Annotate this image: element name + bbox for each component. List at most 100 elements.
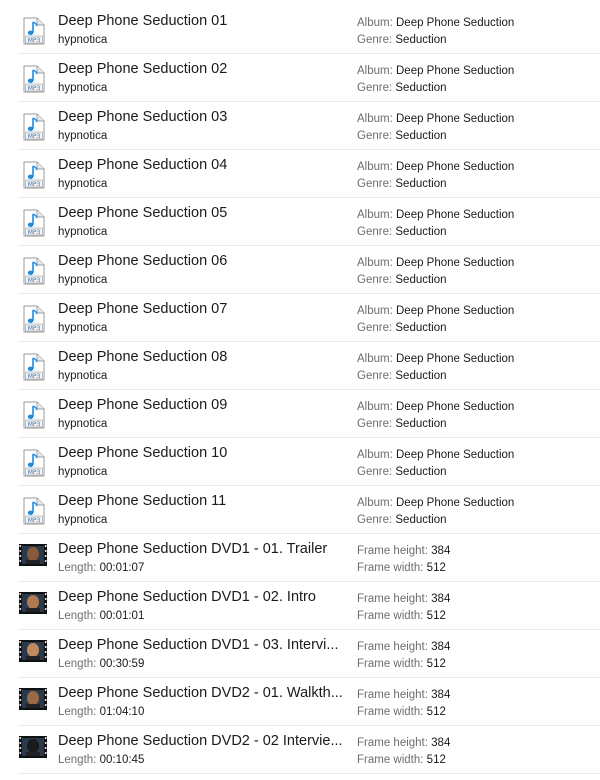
frame-width-field: Frame width: 512 xyxy=(357,609,446,623)
genre-value: Seduction xyxy=(395,418,447,430)
frame-height-field: Frame height: 384 xyxy=(357,544,450,558)
file-title: Deep Phone Seduction DVD2 - 02 Intervie.… xyxy=(58,733,343,749)
video-thumbnail-icon xyxy=(19,592,47,614)
album-label: Album: xyxy=(357,113,393,125)
svg-text:MP3: MP3 xyxy=(28,517,41,524)
mp3-file-icon: MP3 xyxy=(23,305,45,333)
genre-field: Genre: Seduction xyxy=(357,81,447,95)
mp3-file-icon: MP3 xyxy=(23,209,45,237)
file-title: Deep Phone Seduction 03 xyxy=(58,109,228,125)
frame-height-field: Frame height: 384 xyxy=(357,736,450,750)
genre-value: Seduction xyxy=(395,226,447,238)
length-field: Length: 00:30:59 xyxy=(58,657,348,671)
genre-field: Genre: Seduction xyxy=(357,273,447,287)
length-field: Length: 01:04:10 xyxy=(58,705,348,719)
album-field: Album: Deep Phone Seduction xyxy=(357,112,514,126)
frame-width-label: Frame width: xyxy=(357,658,424,670)
genre-label: Genre: xyxy=(357,418,393,430)
file-title: Deep Phone Seduction DVD1 - 03. Intervi.… xyxy=(58,637,339,653)
mp3-file-icon: MP3 xyxy=(23,17,45,45)
video-file-row[interactable]: Deep Phone Seduction DVD1 - 02. Intro Len… xyxy=(18,582,600,630)
frame-height-label: Frame height: xyxy=(357,641,428,653)
length-field: Length: 00:01:07 xyxy=(58,561,348,575)
album-field: Album: Deep Phone Seduction xyxy=(357,304,514,318)
album-label: Album: xyxy=(357,65,393,77)
audio-file-row[interactable]: MP3 Deep Phone Seduction 05 hypnotica Album… xyxy=(18,198,600,246)
album-value: Deep Phone Seduction xyxy=(396,113,515,125)
genre-value: Seduction xyxy=(395,514,447,526)
audio-file-row[interactable]: MP3 Deep Phone Seduction 08 hypnotica Album… xyxy=(18,342,600,390)
frame-height-field: Frame height: 384 xyxy=(357,688,450,702)
file-title: Deep Phone Seduction 06 xyxy=(58,253,228,269)
audio-file-row[interactable]: MP3 Deep Phone Seduction 07 hypnotica Album… xyxy=(18,294,600,342)
album-label: Album: xyxy=(357,209,393,221)
file-artist: hypnotica xyxy=(58,226,108,238)
frame-width-field: Frame width: 512 xyxy=(357,753,446,767)
mp3-file-icon: MP3 xyxy=(23,257,45,285)
frame-width-value: 512 xyxy=(426,658,446,670)
genre-field: Genre: Seduction xyxy=(357,513,447,527)
length-value: 00:10:45 xyxy=(99,754,145,766)
genre-label: Genre: xyxy=(357,34,393,46)
frame-width-field: Frame width: 512 xyxy=(357,561,446,575)
genre-field: Genre: Seduction xyxy=(357,465,447,479)
frame-height-field: Frame height: 384 xyxy=(357,640,450,654)
length-field: Length: 00:01:01 xyxy=(58,609,348,623)
video-file-row[interactable]: Deep Phone Seduction DVD1 - 01. Trailer L… xyxy=(18,534,600,582)
audio-file-row[interactable]: MP3 Deep Phone Seduction 09 hypnotica Album… xyxy=(18,390,600,438)
album-value: Deep Phone Seduction xyxy=(396,257,515,269)
file-title: Deep Phone Seduction DVD1 - 02. Intro xyxy=(58,589,316,605)
frame-height-value: 384 xyxy=(431,689,451,701)
video-file-row[interactable]: Deep Phone Seduction DVD2 - 02 Intervie.… xyxy=(18,726,600,774)
video-thumbnail-icon xyxy=(19,544,47,566)
svg-text:MP3: MP3 xyxy=(28,373,41,380)
album-field: Album: Deep Phone Seduction xyxy=(357,400,514,414)
frame-width-label: Frame width: xyxy=(357,754,424,766)
audio-file-row[interactable]: MP3 Deep Phone Seduction 10 hypnotica Album… xyxy=(18,438,600,486)
album-field: Album: Deep Phone Seduction xyxy=(357,64,514,78)
album-field: Album: Deep Phone Seduction xyxy=(357,256,514,270)
genre-field: Genre: Seduction xyxy=(357,417,447,431)
file-artist: hypnotica xyxy=(58,466,108,478)
genre-value: Seduction xyxy=(395,274,447,286)
length-field: Length: 00:10:45 xyxy=(58,753,348,767)
svg-text:MP3: MP3 xyxy=(28,133,41,140)
video-thumbnail-icon xyxy=(19,688,47,710)
frame-width-value: 512 xyxy=(426,610,446,622)
length-value: 00:30:59 xyxy=(99,658,145,670)
audio-file-row[interactable]: MP3 Deep Phone Seduction 02 hypnotica Album… xyxy=(18,54,600,102)
album-label: Album: xyxy=(357,257,393,269)
genre-value: Seduction xyxy=(395,370,447,382)
genre-value: Seduction xyxy=(395,322,447,334)
album-field: Album: Deep Phone Seduction xyxy=(357,208,514,222)
svg-text:MP3: MP3 xyxy=(28,277,41,284)
audio-file-row[interactable]: MP3 Deep Phone Seduction 11 hypnotica Album… xyxy=(18,486,600,534)
album-label: Album: xyxy=(357,305,393,317)
frame-width-value: 512 xyxy=(426,706,446,718)
genre-field: Genre: Seduction xyxy=(357,177,447,191)
frame-width-label: Frame width: xyxy=(357,706,424,718)
frame-width-label: Frame width: xyxy=(357,610,424,622)
audio-file-row[interactable]: MP3 Deep Phone Seduction 06 hypnotica Album… xyxy=(18,246,600,294)
file-artist: hypnotica xyxy=(58,34,108,46)
frame-height-field: Frame height: 384 xyxy=(357,592,450,606)
album-value: Deep Phone Seduction xyxy=(396,17,515,29)
svg-text:MP3: MP3 xyxy=(28,469,41,476)
svg-text:MP3: MP3 xyxy=(28,37,41,44)
video-file-row[interactable]: Deep Phone Seduction DVD2 - 01. Walkth..… xyxy=(18,678,600,726)
frame-width-value: 512 xyxy=(426,754,446,766)
frame-height-value: 384 xyxy=(431,641,451,653)
genre-label: Genre: xyxy=(357,370,393,382)
file-artist: hypnotica xyxy=(58,274,108,286)
file-artist: hypnotica xyxy=(58,418,108,430)
video-file-row[interactable]: Deep Phone Seduction DVD1 - 03. Intervi.… xyxy=(18,630,600,678)
genre-label: Genre: xyxy=(357,466,393,478)
audio-file-row[interactable]: MP3 Deep Phone Seduction 04 hypnotica Album… xyxy=(18,150,600,198)
audio-file-row[interactable]: MP3 Deep Phone Seduction 01 hypnotica Album… xyxy=(18,6,600,54)
frame-width-label: Frame width: xyxy=(357,562,424,574)
frame-height-value: 384 xyxy=(431,545,451,557)
genre-label: Genre: xyxy=(357,514,393,526)
audio-file-row[interactable]: MP3 Deep Phone Seduction 03 hypnotica Album… xyxy=(18,102,600,150)
length-value: 00:01:07 xyxy=(99,562,145,574)
length-label: Length: xyxy=(58,706,97,718)
